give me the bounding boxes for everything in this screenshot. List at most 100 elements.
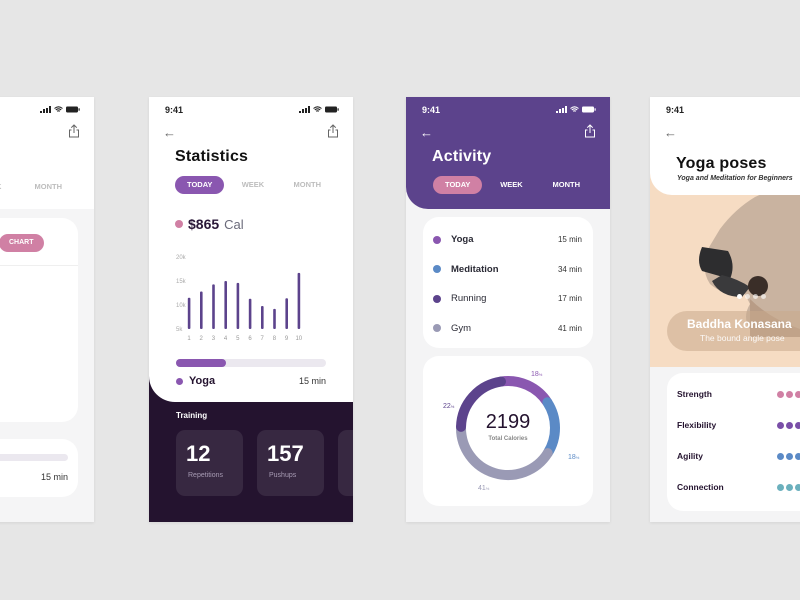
tab-month[interactable]: MONTH: [23, 178, 75, 196]
attribute-row: Agility: [677, 451, 800, 461]
activity-duration: 41 min: [557, 323, 582, 333]
chart-button[interactable]: CHART: [0, 234, 44, 252]
page-title: Activity: [432, 148, 492, 165]
activity-dot-icon: [433, 324, 441, 332]
period-tabs: EEK MONTH: [0, 178, 74, 196]
yoga-dot-icon: [176, 377, 183, 385]
activity-list-item[interactable]: Meditation 34 min: [433, 264, 582, 275]
share-icon[interactable]: [327, 124, 339, 138]
percent-value: 22: [443, 403, 451, 410]
donut-segment: [495, 376, 553, 408]
share-icon[interactable]: [68, 124, 80, 138]
bar: [224, 281, 227, 329]
y-tick-label: 5k: [176, 327, 183, 333]
attribute-rating: [777, 483, 800, 491]
battery-icon: [66, 106, 80, 113]
tab-today[interactable]: TODAY: [175, 176, 225, 194]
donut-percent-label: 18%: [531, 371, 543, 378]
calories-dot-icon: [175, 220, 183, 228]
x-tick-label: 4: [224, 336, 228, 342]
calories-value: $865: [188, 216, 220, 232]
attribute-label: Connection: [677, 482, 724, 492]
rating-dot: [786, 421, 793, 429]
status-time: 9:41: [422, 105, 441, 115]
statistics-bar-chart: 5k 10k 15k 20k 1 2 3 4 5 6 7 8 9 10: [176, 255, 303, 342]
battery-icon: [325, 106, 339, 113]
pose-name: Baddha Konasana: [687, 317, 792, 331]
activity-list-item[interactable]: Running 17 min: [433, 293, 582, 304]
statistics-screen: 9:41 ← Statistics TODAY WEEK MONTH $865 …: [149, 97, 353, 522]
carousel-dot-active[interactable]: [737, 294, 742, 299]
rating-dot: [786, 390, 793, 398]
period-tabs: TODAY WEEK MONTH: [433, 176, 592, 194]
duration-text: 15 min: [40, 472, 68, 482]
status-bar: 9:41: [666, 105, 800, 117]
tab-today[interactable]: TODAY: [433, 176, 483, 194]
tab-month[interactable]: MONTH: [282, 176, 334, 194]
x-tick-label: 10: [295, 336, 302, 342]
page-title: Yoga poses: [676, 155, 767, 172]
tab-week[interactable]: WEEK: [230, 176, 277, 194]
activity-name: Yoga: [451, 234, 474, 245]
attribute-rating: [777, 390, 800, 398]
percent-value: 41: [478, 485, 486, 492]
bar: [236, 282, 240, 329]
bar: [187, 297, 191, 329]
attribute-rating: [777, 452, 800, 460]
carousel-dot[interactable]: [753, 294, 758, 299]
training-card-partial[interactable]: [338, 430, 353, 496]
training-card[interactable]: 157 Pushups: [257, 430, 324, 496]
yoga-progress-bar: [176, 359, 326, 367]
wifi-icon: [313, 106, 322, 113]
rating-dot: [786, 483, 793, 491]
status-bar: 9:41: [422, 105, 596, 117]
training-card[interactable]: 12 Repetitions: [176, 430, 243, 496]
tab-week[interactable]: WEEK: [488, 176, 535, 194]
activity-name: Meditation: [451, 263, 499, 275]
back-arrow-icon[interactable]: ←: [420, 125, 433, 140]
yoga-poses-screen: 9:41 ← Yoga poses Yoga and Meditation fo…: [650, 97, 800, 522]
activity-list-card: Yoga 15 min Meditation 34 min Running 17…: [423, 217, 593, 348]
attribute-row: Connection: [677, 482, 800, 492]
percent-sign: %: [576, 455, 580, 460]
training-label: Repetitions: [188, 472, 224, 479]
activity-list-item[interactable]: Gym 41 min: [433, 323, 582, 334]
attribute-label: Flexibility: [677, 420, 717, 430]
divider: [0, 265, 78, 266]
rating-dot: [795, 421, 800, 429]
rating-dot: [795, 390, 800, 398]
percent-value: 18: [531, 371, 539, 378]
activity-duration: 17 min: [557, 294, 582, 303]
carousel-dot[interactable]: [761, 294, 766, 299]
status-time: 9:41: [165, 105, 184, 115]
activity-name: Gym: [451, 322, 472, 334]
bar: [200, 291, 203, 329]
carousel-indicator: [737, 294, 766, 299]
training-label: Pushups: [269, 472, 297, 479]
share-icon[interactable]: [584, 124, 596, 138]
bar: [212, 284, 215, 329]
period-tabs: TODAY WEEK MONTH: [175, 176, 333, 194]
rating-dot: [777, 421, 784, 429]
activity-name: Running: [451, 293, 487, 304]
back-arrow-icon[interactable]: ←: [664, 125, 677, 140]
y-tick-label: 20k: [176, 255, 187, 261]
rating-dot: [777, 483, 784, 491]
x-tick-label: 7: [261, 336, 265, 342]
activity-dot-icon: [433, 294, 441, 303]
rating-dot: [777, 390, 784, 398]
activity-duration: 15 min: [557, 235, 582, 244]
status-icons: [556, 106, 596, 113]
x-tick-label: 5: [236, 336, 240, 342]
calories-donut-card: 18% 18% 41% 22% 2199 Total Calories: [423, 356, 593, 506]
tab-month[interactable]: MONTH: [541, 176, 593, 194]
back-arrow-icon[interactable]: ←: [163, 125, 176, 140]
carousel-dot[interactable]: [745, 294, 750, 299]
activity-list-item[interactable]: Yoga 15 min: [433, 234, 582, 245]
tab-week[interactable]: EEK: [0, 178, 1, 196]
activity-duration: 34 min: [557, 264, 582, 274]
attribute-row: Strength: [677, 389, 800, 399]
rating-dot: [795, 483, 800, 491]
percent-sign: %: [451, 404, 455, 409]
status-icons: [40, 106, 80, 113]
